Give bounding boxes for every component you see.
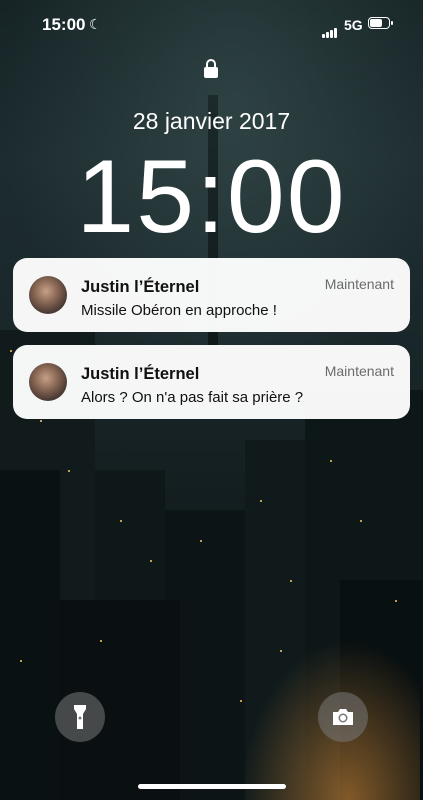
- lock-icon: [204, 59, 218, 78]
- battery-icon: [368, 17, 393, 29]
- notification-time: Maintenant: [324, 276, 394, 292]
- network-type: 5G: [344, 17, 363, 33]
- status-time: 15:00: [42, 15, 86, 34]
- notification-time: Maintenant: [324, 363, 394, 379]
- notification-sender: Justin l’Éternel: [81, 278, 200, 296]
- camera-button[interactable]: [318, 692, 368, 742]
- notification-card[interactable]: Justin l’Éternel Missile Obéron en appro…: [13, 258, 410, 332]
- notification-message: Alors ? On n'a pas fait sa prière ?: [81, 389, 304, 406]
- home-indicator[interactable]: [138, 784, 286, 789]
- moon-icon: ☾: [89, 16, 102, 32]
- notification-card[interactable]: Justin l’Éternel Alors ? On n'a pas fait…: [13, 345, 410, 419]
- camera-icon: [333, 709, 353, 725]
- notification-message: Missile Obéron en approche !: [81, 302, 277, 319]
- signal-icon: [322, 20, 338, 38]
- flashlight-icon: [74, 705, 86, 729]
- lock-clock: 15:00: [76, 139, 347, 255]
- lock-date: 28 janvier 2017: [132, 108, 291, 134]
- flashlight-button[interactable]: [55, 692, 105, 742]
- status-bar: 15:00 ☾ 5G: [0, 0, 423, 50]
- notification-sender: Justin l’Éternel: [81, 365, 200, 383]
- avatar: [29, 363, 67, 401]
- avatar: [29, 276, 67, 314]
